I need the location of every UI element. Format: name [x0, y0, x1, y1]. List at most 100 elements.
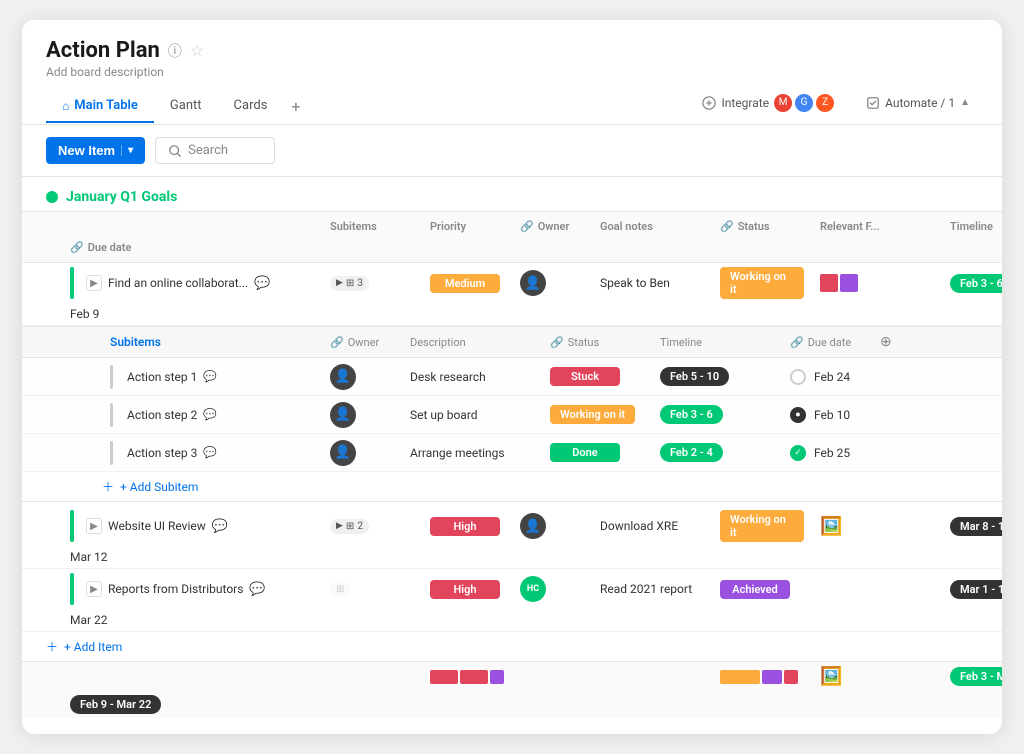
notes-text-3: Read 2021 report — [600, 582, 692, 596]
timeline-cell-3[interactable]: Mar 1 - 15 — [942, 576, 1002, 603]
search-box[interactable]: Search — [155, 137, 275, 164]
summary-image-icon: 🖼️ — [820, 666, 842, 687]
integrate-button[interactable]: Integrate M G Z — [694, 90, 842, 116]
priority-cell-2[interactable]: High — [422, 513, 512, 540]
status-cell[interactable]: Working on it — [712, 263, 812, 303]
status-badge[interactable]: Working on it — [720, 267, 804, 299]
col-header-status: 🔗 Status — [712, 216, 812, 237]
timeline-badge-3[interactable]: Mar 1 - 15 — [950, 580, 1002, 599]
sub-timeline-3[interactable]: Feb 2 - 4 — [652, 439, 782, 466]
sub-timeline-badge-1[interactable]: Feb 5 - 10 — [660, 367, 729, 386]
tab-gantt[interactable]: Gantt — [154, 90, 218, 123]
sub-status-2[interactable]: Working on it — [542, 401, 652, 428]
subitems-icon-2: ⊞ — [346, 521, 354, 532]
expand-button[interactable]: ▶ — [86, 275, 102, 291]
add-tab-button[interactable]: + — [283, 89, 308, 124]
sub-comment-icon[interactable]: 💬 — [203, 370, 217, 383]
priority-cell[interactable]: Medium — [422, 270, 512, 297]
expand-button-3[interactable]: ▶ — [86, 581, 102, 597]
row-name-cell: ▶ Find an online collaborat... 💬 — [62, 263, 322, 303]
sub-status-badge-1[interactable]: Stuck — [550, 367, 620, 386]
sub-comment-icon-3[interactable]: 💬 — [203, 446, 217, 459]
gmail-icon: M — [774, 94, 792, 112]
sub-status-badge-3[interactable]: Done — [550, 443, 620, 462]
summary-status-purple — [762, 670, 782, 684]
sub-row-bar-3 — [110, 441, 113, 465]
sub-row-name-text-3: Action step 3 — [127, 446, 197, 460]
subitems-badge-2[interactable]: ▶ ⊞ 2 — [330, 519, 369, 534]
subitems-cell-3: ⊞ — [322, 578, 422, 601]
subitems-badge[interactable]: ▶ ⊞ 3 — [330, 276, 369, 291]
automate-button[interactable]: Automate / 1 ▲ — [858, 92, 978, 114]
tab-bar: ⌂ Main Table Gantt Cards + — [46, 89, 308, 124]
timeline-cell-2[interactable]: Mar 8 - 11 — [942, 513, 1002, 540]
row-color-bar — [70, 267, 74, 299]
tab-cards[interactable]: Cards — [218, 90, 284, 123]
sub-status-badge-2[interactable]: Working on it — [550, 405, 635, 424]
summary-due-cell: Feb 9 - Mar 22 — [62, 691, 322, 718]
home-icon: ⌂ — [62, 99, 69, 113]
timeline-badge[interactable]: Feb 3 - 6 — [950, 274, 1002, 293]
sub-desc-2: Set up board — [402, 404, 542, 426]
subitems-count: 3 — [357, 278, 363, 289]
automate-label: Automate / 1 — [885, 96, 955, 110]
comment-icon-2[interactable]: 💬 — [212, 519, 228, 534]
relevant-cell-3 — [812, 585, 942, 593]
sub-timeline-1[interactable]: Feb 5 - 10 — [652, 363, 782, 390]
star-icon[interactable]: ☆ — [190, 41, 204, 60]
row-color-bar-3 — [70, 573, 74, 605]
avatar-hc: HC — [520, 576, 546, 602]
sub-owner-2: 👤 — [322, 398, 402, 432]
add-subitem-button[interactable]: ＋ + Add Subitem — [22, 472, 1002, 501]
new-item-button[interactable]: New Item ▾ — [46, 137, 145, 164]
google-icon: G — [795, 94, 813, 112]
owner-cell-3: HC — [512, 572, 592, 606]
priority-cell-3[interactable]: High — [422, 576, 512, 603]
sub-row-name-text: Action step 1 — [127, 370, 197, 384]
group-color-dot — [46, 191, 58, 203]
color-block-red — [820, 274, 838, 292]
sub-col-add[interactable]: ⊕ — [872, 330, 912, 354]
subitems-icon: ⊞ — [346, 278, 354, 289]
avatar-2: 👤 — [520, 513, 546, 539]
due-date-text-2: Mar 12 — [70, 550, 108, 564]
summary-notes-cell — [592, 673, 712, 681]
sub-status-3[interactable]: Done — [542, 439, 652, 466]
tab-main-table[interactable]: ⌂ Main Table — [46, 90, 154, 123]
search-label: Search — [188, 143, 228, 158]
priority-badge[interactable]: Medium — [430, 274, 500, 293]
sub-timeline-badge-3[interactable]: Feb 2 - 4 — [660, 443, 723, 462]
add-subitem-icon: ＋ — [102, 478, 114, 495]
avatar-sub3: 👤 — [330, 440, 356, 466]
subitems-section: Subitems 🔗 Owner Description 🔗 Status — [22, 326, 1002, 501]
tab-main-table-label: Main Table — [74, 98, 138, 113]
col-header-owner: 🔗 Owner — [512, 216, 592, 237]
sub-timeline-badge-2[interactable]: Feb 3 - 6 — [660, 405, 723, 424]
timeline-badge-2[interactable]: Mar 8 - 11 — [950, 517, 1002, 536]
comment-icon-3[interactable]: 💬 — [249, 582, 265, 597]
sub-row-bar-2 — [110, 403, 113, 427]
summary-priority-cell — [422, 666, 512, 688]
priority-badge-3[interactable]: High — [430, 580, 500, 599]
summary-priority-red2 — [460, 670, 488, 684]
priority-badge-2[interactable]: High — [430, 517, 500, 536]
title-row: Action Plan ⓘ ☆ — [46, 38, 978, 63]
sub-extra-2 — [872, 411, 912, 419]
status-badge-2[interactable]: Working on it — [720, 510, 804, 542]
status-cell-3[interactable]: Achieved — [712, 576, 812, 603]
sub-row-name-text-2: Action step 2 — [127, 408, 197, 422]
sub-comment-icon-2[interactable]: 💬 — [203, 408, 217, 421]
expand-button-2[interactable]: ▶ — [86, 518, 102, 534]
sub-timeline-2[interactable]: Feb 3 - 6 — [652, 401, 782, 428]
status-cell-2[interactable]: Working on it — [712, 506, 812, 546]
timeline-cell[interactable]: Feb 3 - 6 — [942, 270, 1002, 297]
new-item-chevron-icon: ▾ — [121, 145, 133, 156]
comment-icon[interactable]: 💬 — [254, 276, 270, 291]
sub-status-1[interactable]: Stuck — [542, 363, 652, 390]
status-badge-3[interactable]: Achieved — [720, 580, 790, 599]
info-icon[interactable]: ⓘ — [168, 41, 182, 61]
board-description[interactable]: Add board description — [46, 65, 978, 79]
tabs-actions-row: ⌂ Main Table Gantt Cards + Integrate M — [46, 89, 978, 124]
add-item-button[interactable]: ＋ + Add Item — [22, 632, 1002, 661]
sub-row-3: Action step 3 💬 👤 Arrange meetings Done … — [22, 434, 1002, 472]
